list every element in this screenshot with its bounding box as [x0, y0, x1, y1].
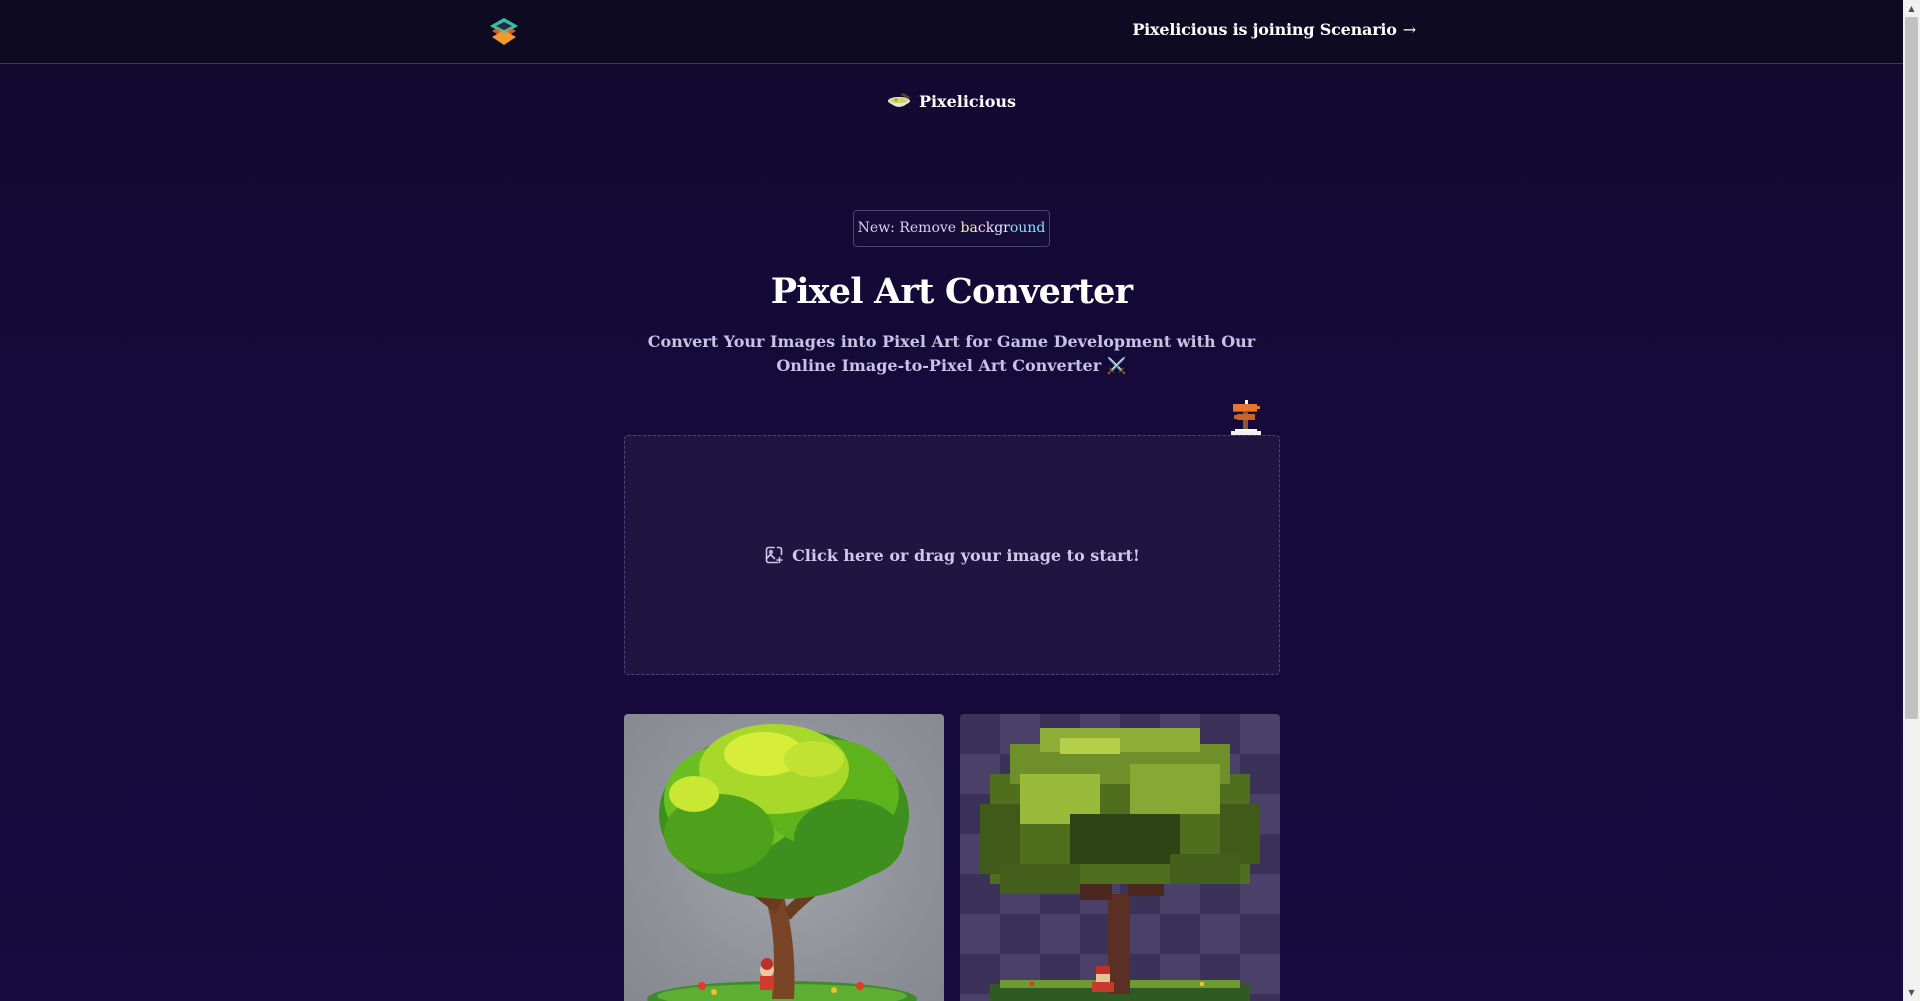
- page: Pixelicious is joining Scenario → Pixelic…: [0, 0, 1903, 1001]
- original-tree-illustration: [647, 724, 917, 1001]
- scenario-announcement-link[interactable]: Pixelicious is joining Scenario →: [1132, 20, 1416, 39]
- dropzone-content: Click here or drag your image to start!: [625, 436, 1279, 674]
- signpost-icon: [1231, 400, 1261, 436]
- page-title: Pixel Art Converter: [770, 271, 1133, 312]
- scenario-logo[interactable]: [488, 16, 520, 48]
- brand-name: Pixelicious: [918, 92, 1017, 111]
- pixel-tree-illustration: [980, 728, 1260, 1001]
- scrollbar-thumb[interactable]: [1905, 17, 1918, 719]
- page-subtitle: Convert Your Images into Pixel Art for G…: [647, 332, 1256, 375]
- badge-char: c: [977, 220, 986, 236]
- badge-char: d: [1036, 220, 1046, 236]
- image-dropzone[interactable]: Click here or drag your image to start!: [624, 435, 1280, 675]
- scroll-up-arrow-icon[interactable]: ▲: [1903, 0, 1920, 17]
- example-original-image: [624, 714, 944, 1001]
- badge-prefix: New: Remove: [857, 220, 961, 236]
- image-plus-icon: [765, 546, 783, 564]
- badge-char: g: [994, 220, 1004, 236]
- example-pixel-image: [960, 714, 1280, 1001]
- badge-char: b: [960, 220, 970, 236]
- badge-char: a: [969, 220, 978, 236]
- dropzone-label: Click here or drag your image to start!: [792, 545, 1140, 565]
- arrow-right-icon: →: [1402, 20, 1416, 39]
- scroll-down-arrow-icon[interactable]: ▼: [1903, 984, 1920, 1001]
- new-feature-badge[interactable]: New: Remove background: [853, 210, 1050, 247]
- brand[interactable]: Pixelicious: [0, 92, 1903, 111]
- badge-char: n: [1027, 220, 1037, 236]
- badge-char: r: [1003, 220, 1010, 236]
- top-bar: Pixelicious is joining Scenario →: [0, 0, 1903, 64]
- badge-highlight: background: [961, 220, 1046, 236]
- noodle-bowl-icon: [887, 93, 911, 107]
- announcement-text: Pixelicious is joining Scenario: [1132, 20, 1397, 39]
- vertical-scrollbar[interactable]: ▲ ▼: [1903, 0, 1920, 1001]
- badge-char: k: [985, 220, 995, 236]
- badge-char: u: [1018, 220, 1028, 236]
